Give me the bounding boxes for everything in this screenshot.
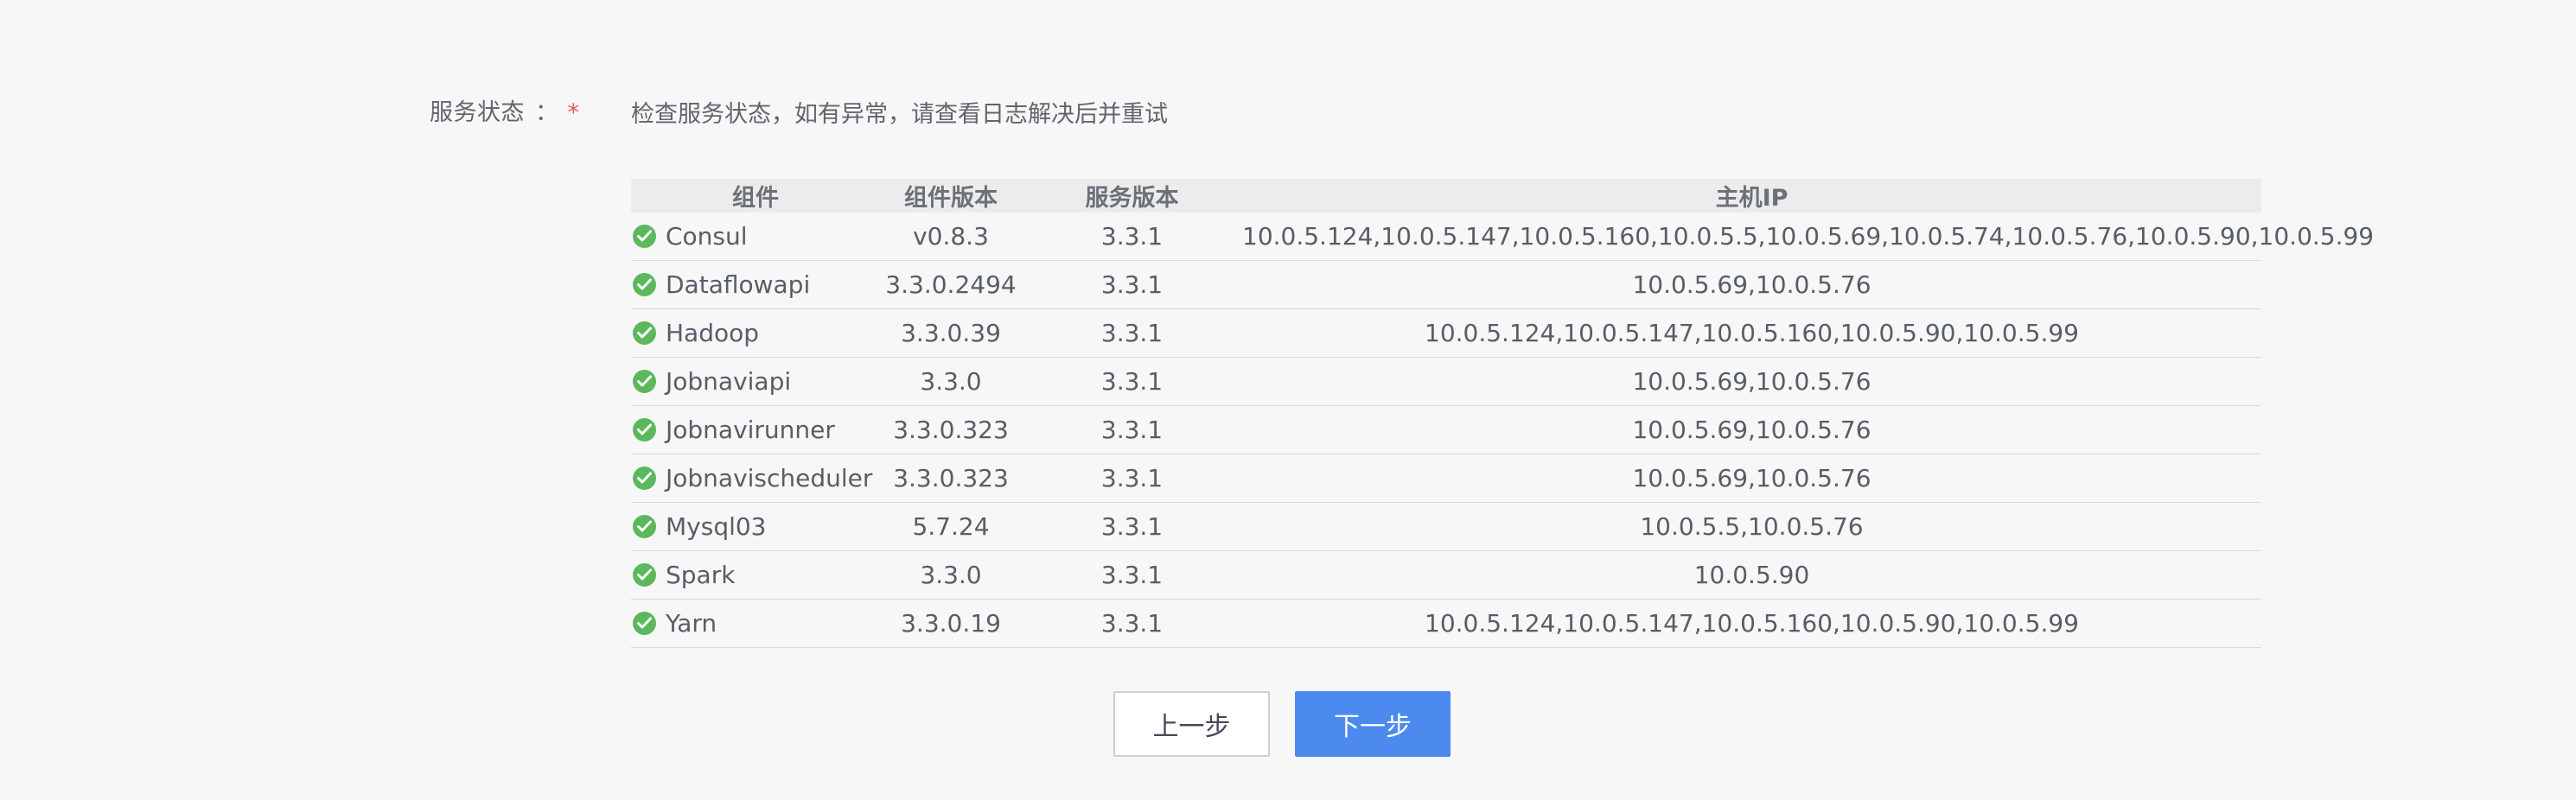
- component-cell: Jobnavirunner: [631, 405, 880, 454]
- column-header-component-version: 组件版本: [880, 179, 1022, 213]
- service-status-label: 服务状态 ： *: [430, 93, 580, 127]
- component-cell: Jobnavischeduler: [631, 454, 880, 503]
- component-cell: Yarn: [631, 599, 880, 648]
- table-row: Jobnaviapi 3.3.0 3.3.1 10.0.5.69,10.0.5.76: [631, 357, 2261, 406]
- service-version-cell: 3.3.1: [1022, 502, 1242, 551]
- service-version-cell: 3.3.1: [1022, 308, 1242, 358]
- service-version-cell: 3.3.1: [1022, 260, 1242, 309]
- component-version-cell: 3.3.0.323: [880, 454, 1022, 503]
- service-status-table: 组件 组件版本 服务版本 主机IP Consul v0.8.3 3.3.1 10.0.…: [631, 179, 2374, 648]
- check-circle-icon: [633, 370, 656, 393]
- component-name: Consul: [666, 222, 748, 251]
- component-version-cell: 3.3.0: [880, 550, 1022, 600]
- table-row: Consul v0.8.3 3.3.1 10.0.5.124,10.0.5.147,1…: [631, 213, 2374, 261]
- component-version-cell: v0.8.3: [880, 213, 1022, 261]
- prev-step-button[interactable]: 上一步: [1113, 691, 1270, 757]
- host-ip-cell: 10.0.5.69,10.0.5.76: [1242, 260, 2261, 309]
- component-name: Jobnaviapi: [666, 367, 792, 396]
- component-version-cell: 3.3.0.323: [880, 405, 1022, 454]
- host-ip-cell: 10.0.5.124,10.0.5.147,10.0.5.160,10.0.5.…: [1242, 308, 2261, 358]
- column-header-host-ip: 主机IP: [1242, 179, 2261, 213]
- check-circle-icon: [633, 418, 656, 441]
- host-ip-cell: 10.0.5.5,10.0.5.76: [1242, 502, 2261, 551]
- table-row: Jobnavirunner 3.3.0.323 3.3.1 10.0.5.69,10.…: [631, 405, 2261, 454]
- service-version-cell: 3.3.1: [1022, 405, 1242, 454]
- service-version-cell: 3.3.1: [1022, 454, 1242, 503]
- label-colon: ：: [535, 99, 559, 126]
- table-row: Dataflowapi 3.3.0.2494 3.3.1 10.0.5.69,10.0…: [631, 260, 2261, 309]
- service-version-cell: 3.3.1: [1022, 357, 1242, 406]
- component-cell: Jobnaviapi: [631, 357, 880, 406]
- host-ip-cell: 10.0.5.124,10.0.5.147,10.0.5.160,10.0.5.…: [1242, 599, 2261, 648]
- component-name: Hadoop: [666, 319, 760, 347]
- check-circle-icon: [633, 515, 656, 538]
- service-status-label-text: 服务状态: [430, 99, 525, 126]
- install-step-page: 服务状态 ： * 检查服务状态，如有异常，请查看日志解决后并重试 组件 组件版本 服…: [0, 0, 2576, 800]
- check-circle-icon: [633, 467, 656, 490]
- host-ip-cell: 10.0.5.69,10.0.5.76: [1242, 357, 2261, 406]
- component-cell: Spark: [631, 550, 880, 600]
- component-name: Mysql03: [666, 512, 767, 541]
- column-header-service-version: 服务版本: [1022, 179, 1242, 213]
- host-ip-cell: 10.0.5.69,10.0.5.76: [1242, 454, 2261, 503]
- host-ip-cell: 10.0.5.69,10.0.5.76: [1242, 405, 2261, 454]
- table-row: Yarn 3.3.0.19 3.3.1 10.0.5.124,10.0.5.147,1…: [631, 599, 2261, 648]
- table-body: Consul v0.8.3 3.3.1 10.0.5.124,10.0.5.147,1…: [631, 213, 2374, 648]
- next-step-button[interactable]: 下一步: [1295, 691, 1451, 757]
- table-row: Hadoop 3.3.0.39 3.3.1 10.0.5.124,10.0.5.147…: [631, 308, 2261, 358]
- required-mark: *: [567, 99, 580, 126]
- component-name: Dataflowapi: [666, 270, 811, 299]
- column-header-component: 组件: [631, 179, 880, 213]
- table-header-row: 组件 组件版本 服务版本 主机IP: [631, 179, 2261, 213]
- table-row: Jobnavischeduler 3.3.0.323 3.3.1 10.0.5.69,…: [631, 454, 2261, 503]
- service-version-cell: 3.3.1: [1022, 550, 1242, 600]
- component-version-cell: 3.3.0.39: [880, 308, 1022, 358]
- host-ip-cell: 10.0.5.90: [1242, 550, 2261, 600]
- check-circle-icon: [633, 612, 656, 635]
- component-cell: Dataflowapi: [631, 260, 880, 309]
- component-version-cell: 5.7.24: [880, 502, 1022, 551]
- component-name: Jobnavischeduler: [666, 464, 873, 492]
- service-status-description: 检查服务状态，如有异常，请查看日志解决后并重试: [631, 101, 1168, 128]
- table-row: Mysql03 5.7.24 3.3.1 10.0.5.5,10.0.5.76: [631, 502, 2261, 551]
- service-version-cell: 3.3.1: [1022, 213, 1242, 261]
- component-name: Yarn: [666, 609, 717, 638]
- service-version-cell: 3.3.1: [1022, 599, 1242, 648]
- check-circle-icon: [633, 563, 656, 587]
- component-version-cell: 3.3.0.2494: [880, 260, 1022, 309]
- table-row: Spark 3.3.0 3.3.1 10.0.5.90: [631, 550, 2261, 600]
- component-cell: Hadoop: [631, 308, 880, 358]
- component-cell: Consul: [631, 213, 880, 261]
- check-circle-icon: [633, 273, 656, 296]
- component-version-cell: 3.3.0: [880, 357, 1022, 406]
- component-cell: Mysql03: [631, 502, 880, 551]
- host-ip-cell: 10.0.5.124,10.0.5.147,10.0.5.160,10.0.5.…: [1242, 213, 2374, 261]
- component-name: Jobnavirunner: [666, 416, 835, 444]
- check-circle-icon: [633, 321, 656, 345]
- component-name: Spark: [666, 561, 736, 589]
- component-version-cell: 3.3.0.19: [880, 599, 1022, 648]
- check-circle-icon: [633, 225, 656, 248]
